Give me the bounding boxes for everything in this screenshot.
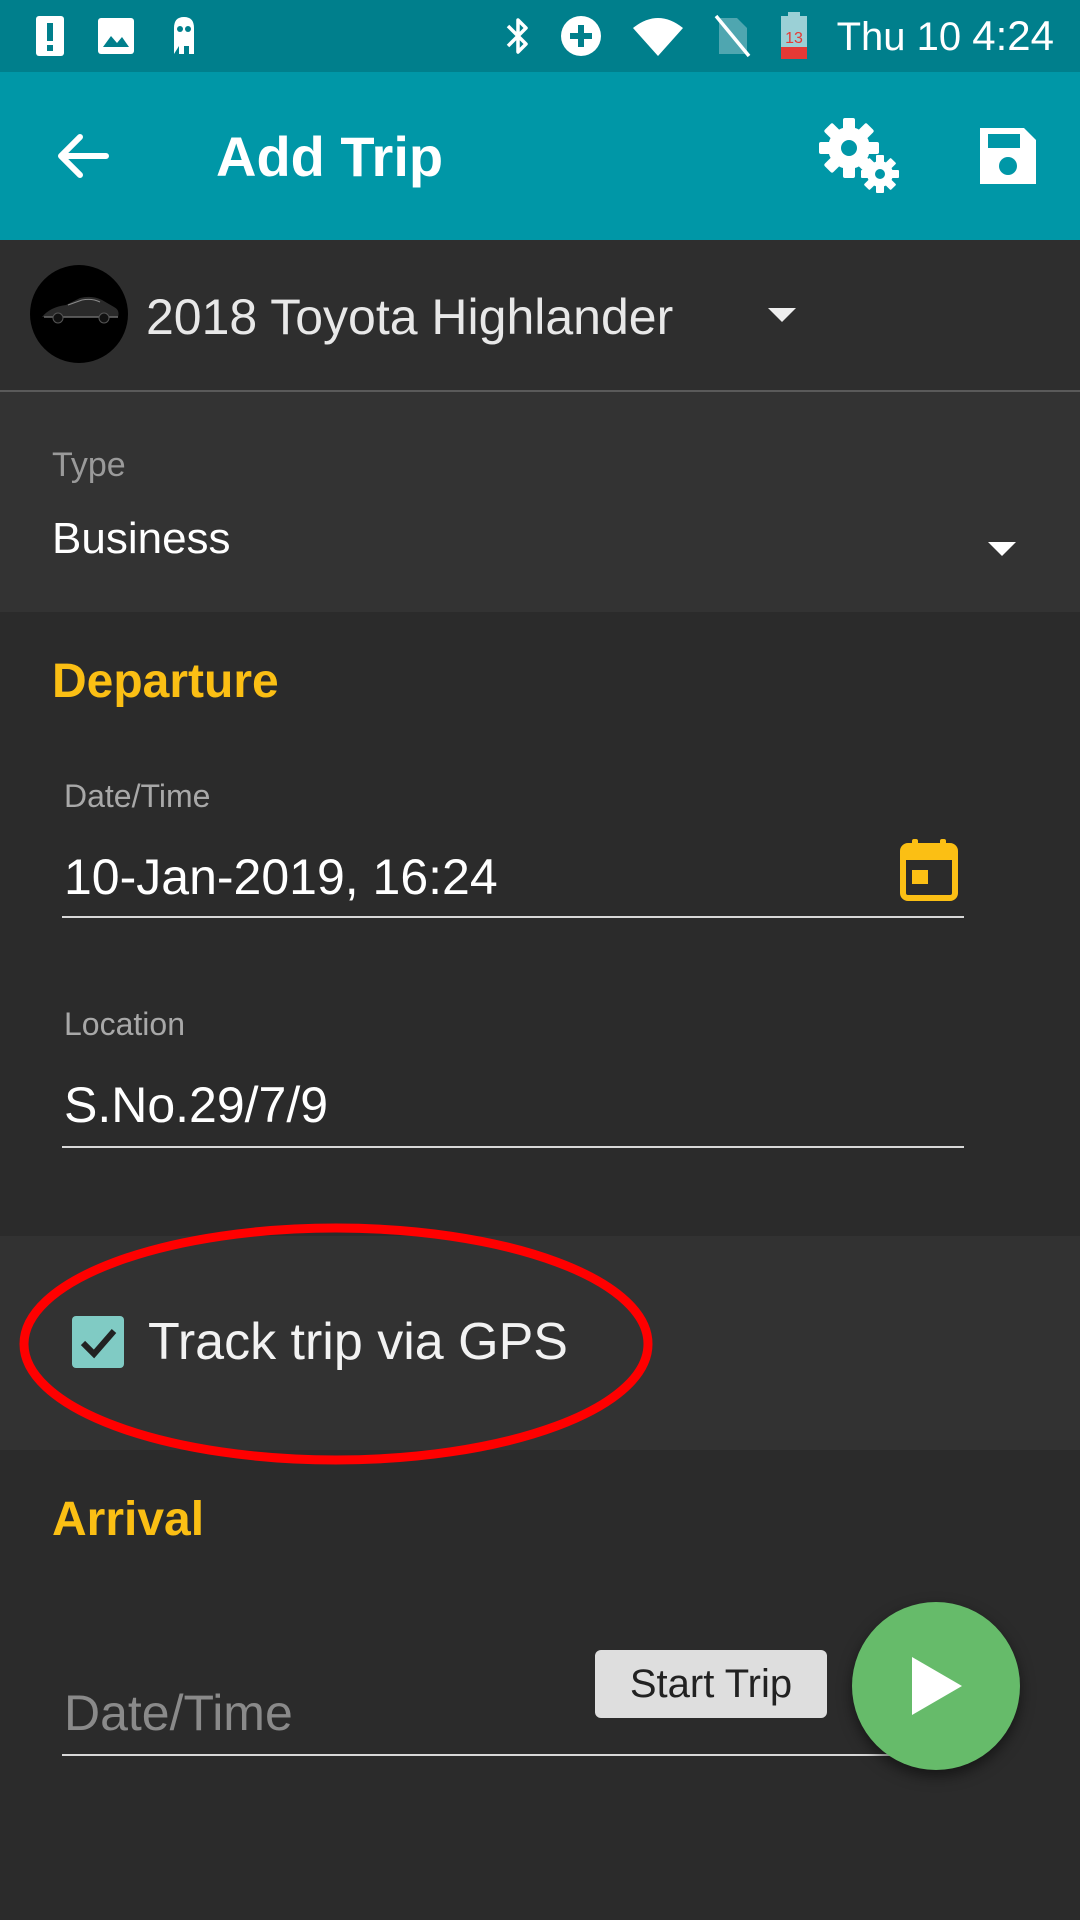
trip-type-label: Type — [52, 446, 126, 484]
back-button[interactable] — [48, 120, 120, 192]
trip-type-value: Business — [52, 514, 231, 563]
status-bar: 13 Thu 10 4:24 — [0, 0, 1080, 72]
arrival-heading: Arrival — [52, 1493, 205, 1546]
departure-datetime-underline — [62, 916, 964, 918]
vehicle-avatar — [30, 265, 128, 363]
vehicle-selector[interactable]: 2018 Toyota Highlander — [0, 240, 1080, 392]
image-icon — [98, 18, 134, 54]
save-button[interactable] — [972, 120, 1044, 192]
departure-location-underline — [62, 1146, 964, 1148]
chevron-down-icon — [988, 542, 1016, 556]
vehicle-name: 2018 Toyota Highlander — [146, 289, 674, 345]
back-arrow-icon — [58, 134, 109, 178]
start-trip-fab[interactable] — [852, 1602, 1020, 1770]
arrival-datetime-underline — [62, 1754, 898, 1756]
status-time: 4:24 — [972, 12, 1054, 59]
settings-button[interactable] — [816, 116, 906, 196]
bluetooth-icon — [506, 18, 528, 54]
calendar-icon — [900, 839, 958, 901]
data-saver-icon — [560, 16, 601, 56]
start-trip-label-button[interactable]: Start Trip — [595, 1650, 827, 1718]
trip-type-dropdown[interactable]: Type Business — [0, 392, 1080, 612]
settings-gears-icon — [819, 118, 899, 193]
play-icon — [912, 1657, 962, 1715]
car-silhouette-icon — [42, 296, 119, 324]
save-icon — [980, 128, 1036, 184]
calendar-button[interactable] — [900, 838, 958, 902]
status-clock: Thu 10 4:24 — [837, 12, 1054, 60]
battery-level-text: 13 — [785, 30, 803, 47]
departure-datetime-field[interactable]: 10-Jan-2019, 16:24 — [64, 848, 498, 906]
page-title: Add Trip — [216, 125, 444, 188]
chevron-down-icon — [768, 308, 796, 322]
battery-icon: 13 — [780, 12, 807, 59]
alert-icon — [36, 16, 64, 56]
departure-location-label: Location — [64, 1006, 185, 1042]
status-date: Thu 10 — [836, 15, 962, 59]
arrival-datetime-field[interactable]: Date/Time — [64, 1684, 293, 1742]
wifi-icon — [632, 18, 683, 56]
departure-datetime-label: Date/Time — [64, 778, 211, 814]
app-bar: Add Trip — [0, 72, 1080, 240]
red-annotation-circle — [19, 1223, 653, 1465]
departure-location-field[interactable]: S.No.29/7/9 — [64, 1076, 328, 1134]
app-notification-icon — [174, 17, 194, 54]
departure-heading: Departure — [52, 655, 279, 708]
no-sim-icon — [714, 14, 750, 58]
